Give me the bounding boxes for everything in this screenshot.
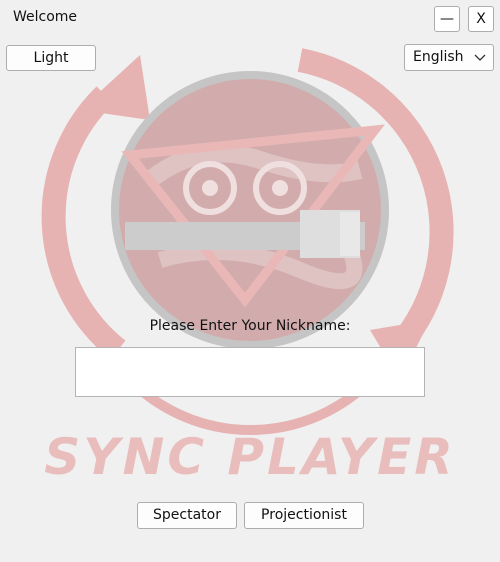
close-button[interactable]: X	[468, 6, 494, 32]
brand-wordmark: SYNC PLAYER	[44, 428, 456, 486]
chevron-down-icon	[473, 45, 487, 70]
minimize-button[interactable]: —	[434, 6, 460, 32]
nickname-input[interactable]	[75, 347, 425, 397]
projectionist-button[interactable]: Projectionist	[244, 502, 364, 529]
language-select[interactable]: English	[404, 44, 494, 71]
theme-toggle-button[interactable]: Light	[6, 45, 96, 71]
spectator-button[interactable]: Spectator	[137, 502, 237, 529]
window-title: Welcome	[13, 9, 78, 25]
nickname-prompt: Please Enter Your Nickname:	[149, 318, 351, 334]
language-selected-value: English	[413, 49, 464, 65]
welcome-window: Welcome — X Light English Please Enter Y…	[0, 0, 500, 562]
